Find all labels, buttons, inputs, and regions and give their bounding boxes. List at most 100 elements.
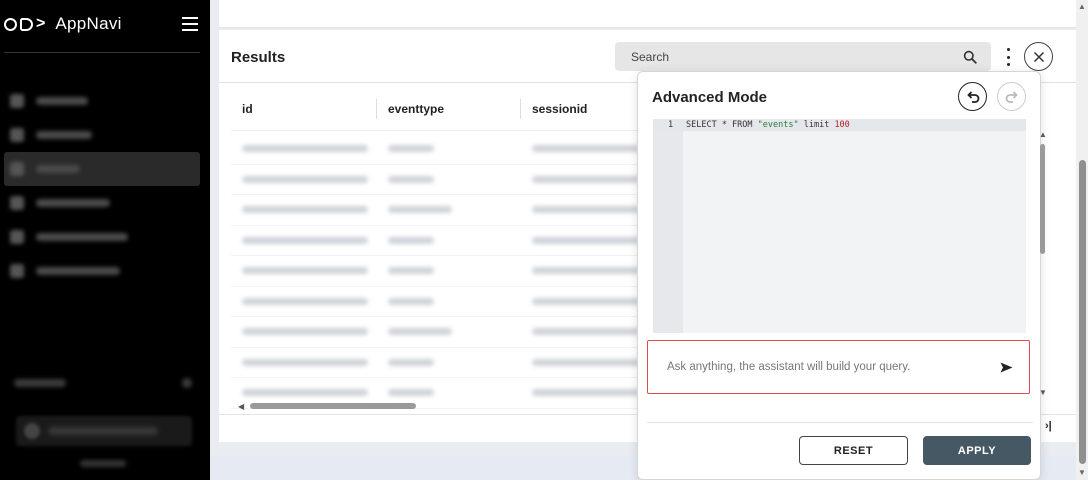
cell-redacted bbox=[532, 328, 642, 336]
cell-redacted bbox=[388, 145, 434, 153]
scroll-up-icon[interactable]: ▲ bbox=[1039, 130, 1047, 139]
vertical-scroll-thumb[interactable] bbox=[1040, 144, 1045, 254]
page-scroll-thumb[interactable] bbox=[1079, 160, 1086, 464]
nav-item-icon bbox=[10, 230, 24, 244]
table-body bbox=[231, 134, 651, 409]
undo-icon bbox=[966, 90, 979, 103]
close-button[interactable] bbox=[1024, 42, 1053, 71]
page-scroll-up-icon[interactable]: ▲ bbox=[1078, 2, 1086, 11]
sidebar-item[interactable] bbox=[4, 220, 200, 254]
search-icon[interactable] bbox=[963, 50, 977, 64]
assistant-input[interactable]: Ask anything, the assistant will build y… bbox=[647, 340, 1030, 394]
advanced-mode-panel: Advanced Mode 1 SELECT * FROM "events" l… bbox=[637, 71, 1041, 480]
section-label-redacted bbox=[14, 379, 66, 387]
panel-footer-divider bbox=[647, 422, 1033, 423]
sidebar-item[interactable] bbox=[4, 118, 200, 152]
table-row[interactable] bbox=[231, 195, 651, 226]
horizontal-scrollbar[interactable]: ◀ bbox=[238, 402, 638, 411]
app-window: > AppNavi Results Search id eventtype se… bbox=[0, 0, 1088, 480]
query-code[interactable]: SELECT * FROM "events" limit 100 bbox=[686, 120, 850, 130]
table-row[interactable] bbox=[231, 256, 651, 287]
undo-button[interactable] bbox=[958, 82, 987, 111]
avatar bbox=[24, 423, 40, 439]
column-header-id[interactable]: id bbox=[231, 99, 377, 119]
account-switcher[interactable] bbox=[16, 416, 192, 446]
table-divider bbox=[231, 130, 651, 131]
table-row[interactable] bbox=[231, 348, 651, 378]
last-page-icon[interactable]: ›| bbox=[1045, 420, 1052, 432]
nav-item-icon bbox=[10, 264, 24, 278]
nav-item-label-redacted bbox=[36, 131, 92, 139]
panel-title: Advanced Mode bbox=[652, 89, 768, 106]
nav-item-icon bbox=[10, 196, 24, 210]
cell-redacted bbox=[242, 236, 368, 244]
cell-redacted bbox=[532, 358, 642, 366]
column-header-sessionid[interactable]: sessionid bbox=[521, 99, 651, 119]
cell-redacted bbox=[242, 328, 368, 336]
sidebar-bottom-label-redacted bbox=[80, 460, 126, 467]
cell-redacted bbox=[242, 145, 368, 153]
editor-gutter bbox=[653, 119, 683, 333]
nav-item-icon bbox=[10, 128, 24, 142]
sidebar-divider bbox=[4, 52, 200, 53]
app-name: AppNavi bbox=[55, 14, 122, 33]
close-icon bbox=[1033, 51, 1044, 62]
nav-item-icon bbox=[10, 94, 24, 108]
cell-redacted bbox=[242, 297, 368, 305]
nav-item-label-redacted bbox=[36, 233, 128, 241]
nav-item-label-redacted bbox=[36, 97, 88, 105]
sidebar-footer-section bbox=[14, 378, 192, 388]
cell-redacted bbox=[532, 236, 642, 244]
page-scroll-down-icon[interactable]: ▼ bbox=[1078, 468, 1086, 477]
menu-icon[interactable] bbox=[182, 17, 198, 31]
vertical-scrollbar[interactable]: ▲ ▼ bbox=[1037, 130, 1047, 398]
table-row[interactable] bbox=[231, 317, 651, 348]
cell-redacted bbox=[242, 175, 368, 183]
account-name-redacted bbox=[48, 427, 158, 435]
sidebar-item-active[interactable] bbox=[4, 152, 200, 186]
table-row[interactable] bbox=[231, 165, 651, 195]
sidebar-item[interactable] bbox=[4, 186, 200, 220]
cell-redacted bbox=[388, 267, 434, 275]
assistant-placeholder: Ask anything, the assistant will build y… bbox=[667, 361, 911, 373]
search-placeholder: Search bbox=[631, 49, 670, 64]
sidebar-item[interactable] bbox=[4, 84, 200, 118]
cell-redacted bbox=[532, 206, 642, 214]
line-number: 1 bbox=[668, 120, 674, 130]
table-row[interactable] bbox=[231, 287, 651, 317]
search-input[interactable]: Search bbox=[615, 42, 991, 71]
page-scrollbar[interactable]: ▲ ▼ bbox=[1076, 0, 1088, 480]
redo-button[interactable] bbox=[997, 82, 1026, 111]
top-card bbox=[219, 0, 1077, 28]
sidebar: > AppNavi bbox=[0, 0, 210, 480]
horizontal-scroll-thumb[interactable] bbox=[250, 403, 416, 409]
cell-redacted bbox=[388, 389, 434, 397]
scroll-down-icon[interactable]: ▼ bbox=[1039, 388, 1047, 397]
column-header-eventtype[interactable]: eventtype bbox=[377, 99, 521, 119]
more-vertical-icon[interactable] bbox=[1004, 48, 1012, 66]
cell-redacted bbox=[532, 297, 642, 305]
table-row[interactable] bbox=[231, 134, 651, 165]
cell-redacted bbox=[388, 358, 434, 366]
table-row[interactable] bbox=[231, 226, 651, 256]
results-title: Results bbox=[231, 49, 286, 66]
cell-redacted bbox=[532, 267, 642, 275]
section-action-icon[interactable] bbox=[182, 378, 192, 388]
reset-button[interactable]: RESET bbox=[799, 436, 908, 465]
send-icon[interactable] bbox=[1000, 362, 1013, 373]
cell-redacted bbox=[388, 175, 434, 183]
cell-redacted bbox=[242, 267, 368, 275]
query-editor[interactable]: 1 SELECT * FROM "events" limit 100 bbox=[653, 119, 1026, 333]
sidebar-item[interactable] bbox=[4, 254, 200, 288]
sidebar-nav bbox=[4, 84, 200, 288]
cell-redacted bbox=[532, 175, 642, 183]
scroll-left-icon[interactable]: ◀ bbox=[238, 402, 244, 411]
redo-icon bbox=[1005, 90, 1018, 103]
nav-item-label-redacted bbox=[36, 165, 80, 173]
cell-redacted bbox=[532, 389, 642, 397]
nav-item-label-redacted bbox=[36, 267, 120, 275]
cell-redacted bbox=[388, 328, 452, 336]
cell-redacted bbox=[242, 206, 368, 214]
cell-redacted bbox=[242, 389, 368, 397]
apply-button[interactable]: APPLY bbox=[923, 436, 1031, 465]
